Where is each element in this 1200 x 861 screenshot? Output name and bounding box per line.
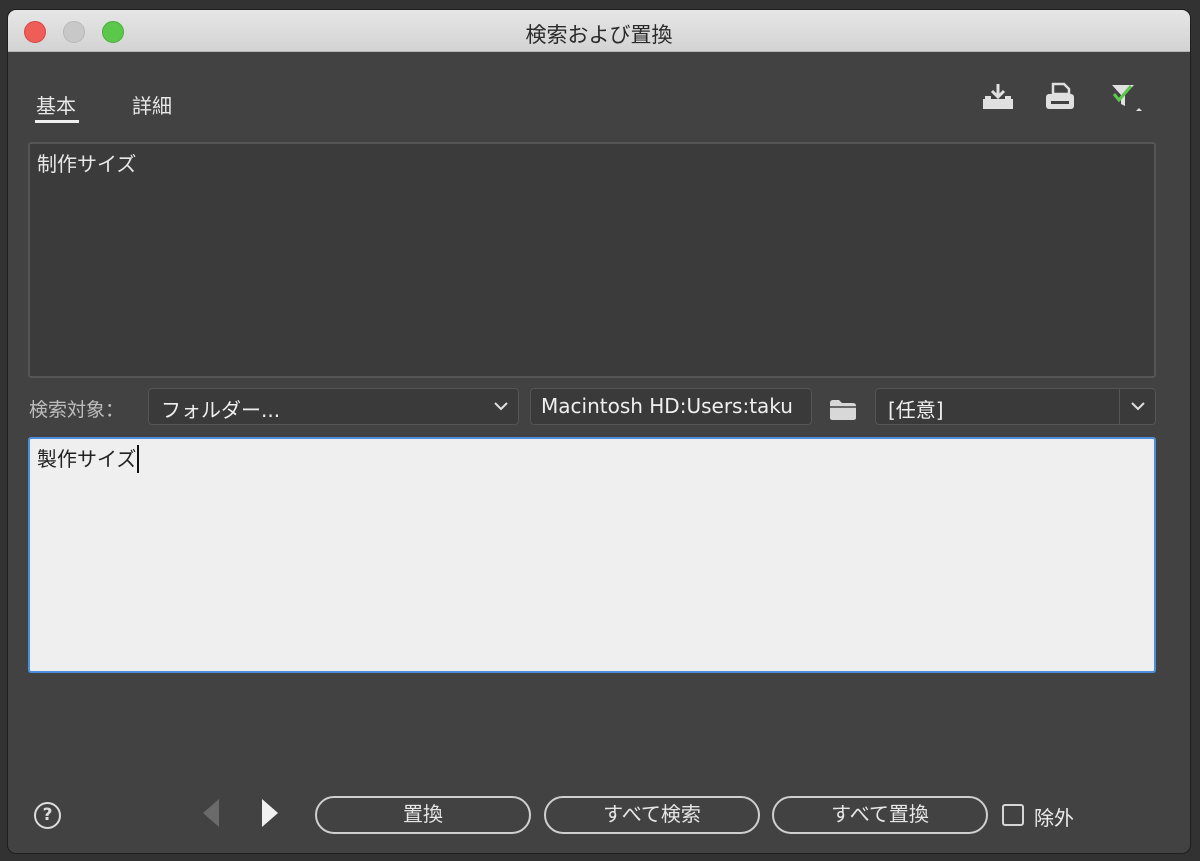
search-target-value: フォルダー... [161, 398, 281, 422]
replace-text-area[interactable]: 製作サイズ [28, 437, 1156, 673]
tab-basic[interactable]: 基本 [36, 90, 76, 119]
window-title: 検索および置換 [525, 23, 673, 47]
print-icon[interactable] [1042, 80, 1078, 114]
filter-icon[interactable] [1106, 80, 1142, 114]
save-query-icon[interactable] [980, 80, 1016, 114]
find-text: 制作サイズ [37, 152, 137, 176]
exclude-checkbox[interactable] [1002, 804, 1024, 826]
replace-text: 製作サイズ [37, 447, 137, 471]
next-result-button[interactable] [260, 797, 280, 829]
text-cursor [137, 445, 140, 473]
find-all-button[interactable]: すべて検索 [544, 796, 760, 834]
tab-detail[interactable]: 詳細 [132, 90, 172, 119]
find-text-area[interactable]: 制作サイズ [28, 142, 1156, 378]
previous-result-button[interactable] [201, 797, 221, 829]
title-bar[interactable]: 検索および置換 [8, 10, 1190, 52]
select-divider [1119, 389, 1120, 424]
chevron-down-icon [1131, 402, 1145, 411]
file-type-select[interactable]: [任意] [875, 388, 1156, 425]
replace-all-button[interactable]: すべて置換 [772, 796, 988, 834]
help-button[interactable]: ? [34, 802, 61, 829]
replace-button[interactable]: 置換 [315, 796, 531, 834]
find-replace-window: 検索および置換 基本 詳細 制作サイズ 検索対象： フォルダー... Macin… [8, 10, 1190, 853]
search-target-select[interactable]: フォルダー... [148, 388, 519, 425]
active-tab-indicator [35, 120, 79, 123]
file-type-value: [任意] [888, 398, 944, 422]
arrow-right-icon [262, 799, 278, 827]
folder-path-field[interactable]: Macintosh HD:Users:taku [530, 388, 812, 425]
folder-icon[interactable] [828, 398, 858, 422]
chevron-down-icon [494, 402, 508, 411]
arrow-left-icon [203, 799, 219, 827]
exclude-label: 除外 [1034, 806, 1074, 830]
search-target-label: 検索対象： [29, 399, 125, 421]
folder-path-text: Macintosh HD:Users:taku [541, 394, 793, 418]
